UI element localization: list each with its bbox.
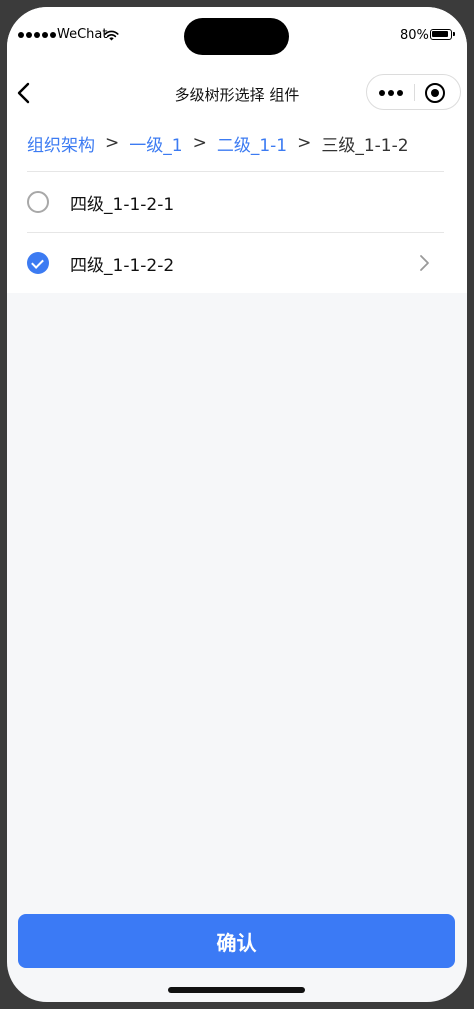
dynamic-island [184,18,289,55]
list-item-label: 四级_1-1-2-2 [70,256,175,276]
battery-icon [430,29,455,40]
battery-percent: 80% [400,28,429,43]
phone-screen: WeChat 80% 多级树形选择 组件 组织架构 > 一级_1 > 二级_1-… [7,7,467,1002]
breadcrumb: 组织架构 > 一级_1 > 二级_1-1 > 三级_1-1-2 [27,131,409,156]
radio-checked-icon[interactable] [27,252,49,274]
radio-unchecked-icon[interactable] [27,191,49,213]
breadcrumb-separator: > [105,133,120,153]
status-bar: WeChat 80% [7,7,467,63]
wifi-icon [104,30,119,41]
more-icon[interactable] [379,90,403,96]
close-target-icon[interactable] [425,83,445,103]
list-item-label: 四级_1-1-2-1 [70,195,175,215]
breadcrumb-item-current: 三级_1-1-2 [321,135,409,156]
miniprogram-capsule [366,74,461,110]
home-indicator [168,987,305,993]
breadcrumb-item-level1[interactable]: 一级_1 [129,131,182,156]
device-frame: WeChat 80% 多级树形选择 组件 组织架构 > 一级_1 > 二级_1-… [0,0,474,1009]
confirm-button[interactable]: 确认 [18,914,455,968]
list-item[interactable]: 四级_1-1-2-2 [7,233,467,293]
navigation-bar: 多级树形选择 组件 [7,63,467,119]
signal-icon [18,32,56,38]
breadcrumb-item-root[interactable]: 组织架构 [27,131,95,156]
carrier-label: WeChat [57,27,108,42]
list-item[interactable]: 四级_1-1-2-1 [7,172,467,232]
chevron-right-icon[interactable] [417,253,431,273]
breadcrumb-item-level2[interactable]: 二级_1-1 [217,131,287,156]
breadcrumb-separator: > [192,133,207,153]
capsule-divider [414,84,415,101]
breadcrumb-separator: > [297,133,312,153]
